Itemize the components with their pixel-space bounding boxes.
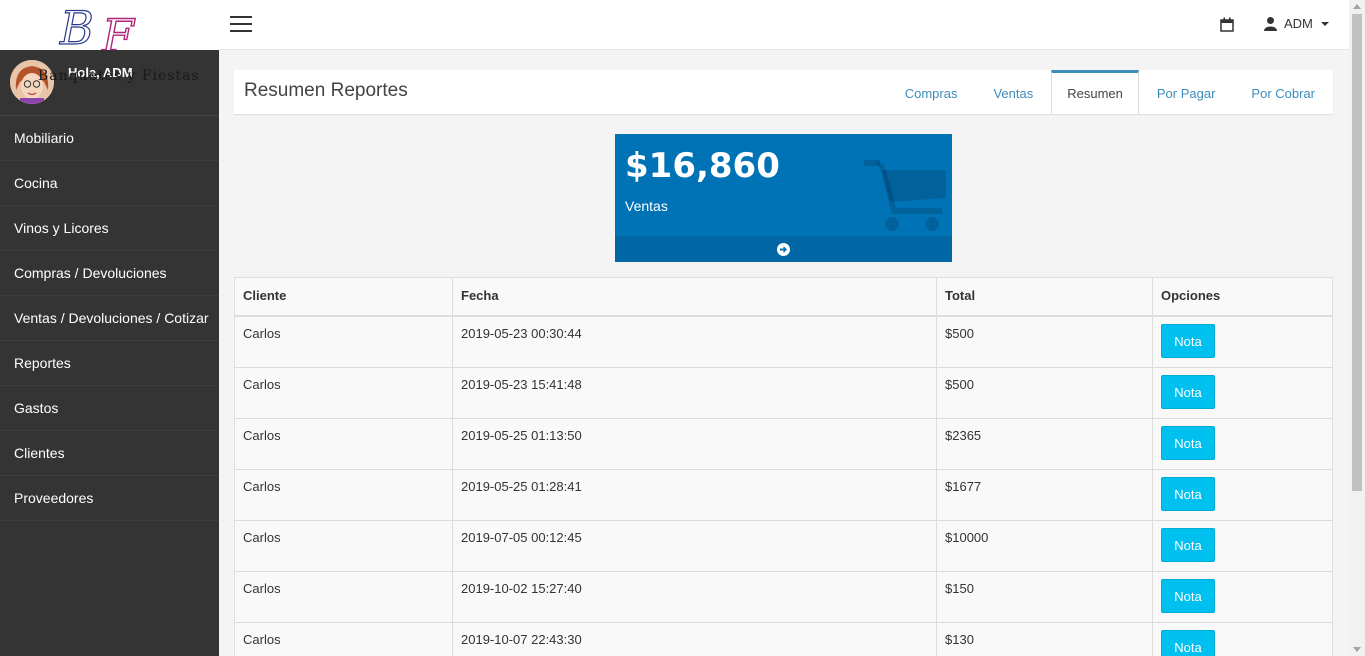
sidebar-item-vinos-licores[interactable]: Vinos y Licores bbox=[0, 206, 219, 251]
cell-fecha: 2019-10-07 22:43:30 bbox=[452, 621, 937, 656]
report-box-header: Resumen Reportes Compras Ventas Resumen … bbox=[234, 70, 1333, 114]
cell-fecha: 2019-05-23 00:30:44 bbox=[452, 315, 937, 368]
cell-total: $2365 bbox=[936, 417, 1153, 470]
scroll-up-arrow-icon[interactable] bbox=[1353, 4, 1361, 9]
nota-button[interactable]: Nota bbox=[1161, 578, 1215, 613]
sidebar: Hola, ADM Banquetes y Fiestas Mobiliario… bbox=[0, 50, 219, 656]
user-menu-dropdown[interactable]: ADM bbox=[1263, 16, 1329, 31]
tab-compras[interactable]: Compras bbox=[887, 70, 976, 114]
cell-fecha: 2019-05-25 01:13:50 bbox=[452, 417, 937, 470]
tab-ventas[interactable]: Ventas bbox=[975, 70, 1051, 114]
hamburger-line bbox=[230, 30, 252, 32]
tab-por-pagar[interactable]: Por Pagar bbox=[1139, 70, 1234, 114]
user-panel: Hola, ADM Banquetes y Fiestas bbox=[0, 50, 219, 116]
table-row: Carlos 2019-05-23 15:41:48 $500 Nota bbox=[234, 366, 1333, 419]
cell-cliente: Carlos bbox=[234, 468, 453, 521]
chevron-down-icon bbox=[1320, 21, 1329, 26]
svg-text:B: B bbox=[59, 1, 94, 55]
cell-opciones: Nota bbox=[1152, 519, 1333, 572]
shopping-cart-icon bbox=[864, 160, 946, 231]
cell-total: $1677 bbox=[936, 468, 1153, 521]
nota-button[interactable]: Nota bbox=[1161, 323, 1215, 358]
hamburger-line bbox=[230, 16, 252, 18]
user-icon bbox=[1264, 17, 1277, 31]
tab-por-cobrar[interactable]: Por Cobrar bbox=[1233, 70, 1333, 114]
table-header-row: Cliente Fecha Total Opciones bbox=[234, 277, 1333, 317]
cell-opciones: Nota bbox=[1152, 366, 1333, 419]
cell-opciones: Nota bbox=[1152, 417, 1333, 470]
sidebar-item-cocina[interactable]: Cocina bbox=[0, 161, 219, 206]
cell-total: $500 bbox=[936, 366, 1153, 419]
table-row: Carlos 2019-05-23 00:30:44 $500 Nota bbox=[234, 315, 1333, 368]
tab-resumen[interactable]: Resumen bbox=[1051, 70, 1139, 114]
nota-button[interactable]: Nota bbox=[1161, 425, 1215, 460]
cell-cliente: Carlos bbox=[234, 315, 453, 368]
table-row: Carlos 2019-05-25 01:13:50 $2365 Nota bbox=[234, 417, 1333, 470]
table-row: Carlos 2019-10-07 22:43:30 $130 Nota bbox=[234, 621, 1333, 656]
report-tabs: Compras Ventas Resumen Por Pagar Por Cob… bbox=[887, 70, 1333, 114]
sidebar-item-mobiliario[interactable]: Mobiliario bbox=[0, 116, 219, 161]
user-name: ADM bbox=[1284, 16, 1313, 31]
cell-fecha: 2019-05-23 15:41:48 bbox=[452, 366, 937, 419]
table-row: Carlos 2019-07-05 00:12:45 $10000 Nota bbox=[234, 519, 1333, 572]
column-header-opciones: Opciones bbox=[1152, 277, 1333, 317]
sidebar-toggle-button[interactable] bbox=[230, 16, 252, 34]
cell-fecha: 2019-10-02 15:27:40 bbox=[452, 570, 937, 623]
cell-cliente: Carlos bbox=[234, 570, 453, 623]
cell-cliente: Carlos bbox=[234, 519, 453, 572]
sales-label: Ventas bbox=[625, 198, 668, 214]
cell-cliente: Carlos bbox=[234, 417, 453, 470]
column-header-cliente[interactable]: Cliente bbox=[234, 277, 453, 317]
cell-cliente: Carlos bbox=[234, 621, 453, 656]
sidebar-item-compras[interactable]: Compras / Devoluciones bbox=[0, 251, 219, 296]
cell-opciones: Nota bbox=[1152, 621, 1333, 656]
cell-total: $500 bbox=[936, 315, 1153, 368]
column-header-total[interactable]: Total bbox=[936, 277, 1153, 317]
cell-cliente: Carlos bbox=[234, 366, 453, 419]
sidebar-item-reportes[interactable]: Reportes bbox=[0, 341, 219, 386]
cell-opciones: Nota bbox=[1152, 570, 1333, 623]
sales-total-value: $16,860 bbox=[625, 146, 780, 186]
main-content: Resumen Reportes Compras Ventas Resumen … bbox=[219, 50, 1349, 656]
nota-button[interactable]: Nota bbox=[1161, 476, 1215, 511]
cell-total: $130 bbox=[936, 621, 1153, 656]
arrow-circle-right-icon bbox=[777, 242, 790, 256]
sidebar-item-gastos[interactable]: Gastos bbox=[0, 386, 219, 431]
cell-opciones: Nota bbox=[1152, 468, 1333, 521]
column-header-fecha[interactable]: Fecha bbox=[452, 277, 937, 317]
nota-button[interactable]: Nota bbox=[1161, 629, 1215, 656]
cell-fecha: 2019-07-05 00:12:45 bbox=[452, 519, 937, 572]
sidebar-item-clientes[interactable]: Clientes bbox=[0, 431, 219, 476]
sidebar-item-ventas[interactable]: Ventas / Devoluciones / Cotizar bbox=[0, 296, 219, 341]
scrollbar-thumb[interactable] bbox=[1352, 14, 1362, 491]
cell-fecha: 2019-05-25 01:28:41 bbox=[452, 468, 937, 521]
scroll-down-arrow-icon[interactable] bbox=[1353, 647, 1361, 652]
hamburger-line bbox=[230, 23, 252, 25]
page-scrollbar[interactable] bbox=[1349, 0, 1365, 656]
stat-more-info-link[interactable] bbox=[615, 236, 952, 262]
table-row: Carlos 2019-05-25 01:28:41 $1677 Nota bbox=[234, 468, 1333, 521]
page-title: Resumen Reportes bbox=[244, 80, 408, 101]
table-row: Carlos 2019-10-02 15:27:40 $150 Nota bbox=[234, 570, 1333, 623]
nota-button[interactable]: Nota bbox=[1161, 527, 1215, 562]
calendar-icon[interactable] bbox=[1220, 17, 1234, 32]
cell-opciones: Nota bbox=[1152, 315, 1333, 368]
cell-total: $150 bbox=[936, 570, 1153, 623]
cell-total: $10000 bbox=[936, 519, 1153, 572]
sidebar-item-proveedores[interactable]: Proveedores bbox=[0, 476, 219, 521]
logo-wordmark: Banquetes y Fiestas bbox=[38, 68, 200, 84]
brand-logo[interactable]: B F bbox=[0, 0, 219, 64]
sales-table: Cliente Fecha Total Opciones Carlos 2019… bbox=[234, 277, 1333, 656]
nota-button[interactable]: Nota bbox=[1161, 374, 1215, 409]
top-navbar: B F ADM bbox=[0, 0, 1349, 64]
sales-stat-box: $16,860 Ventas bbox=[615, 134, 952, 262]
